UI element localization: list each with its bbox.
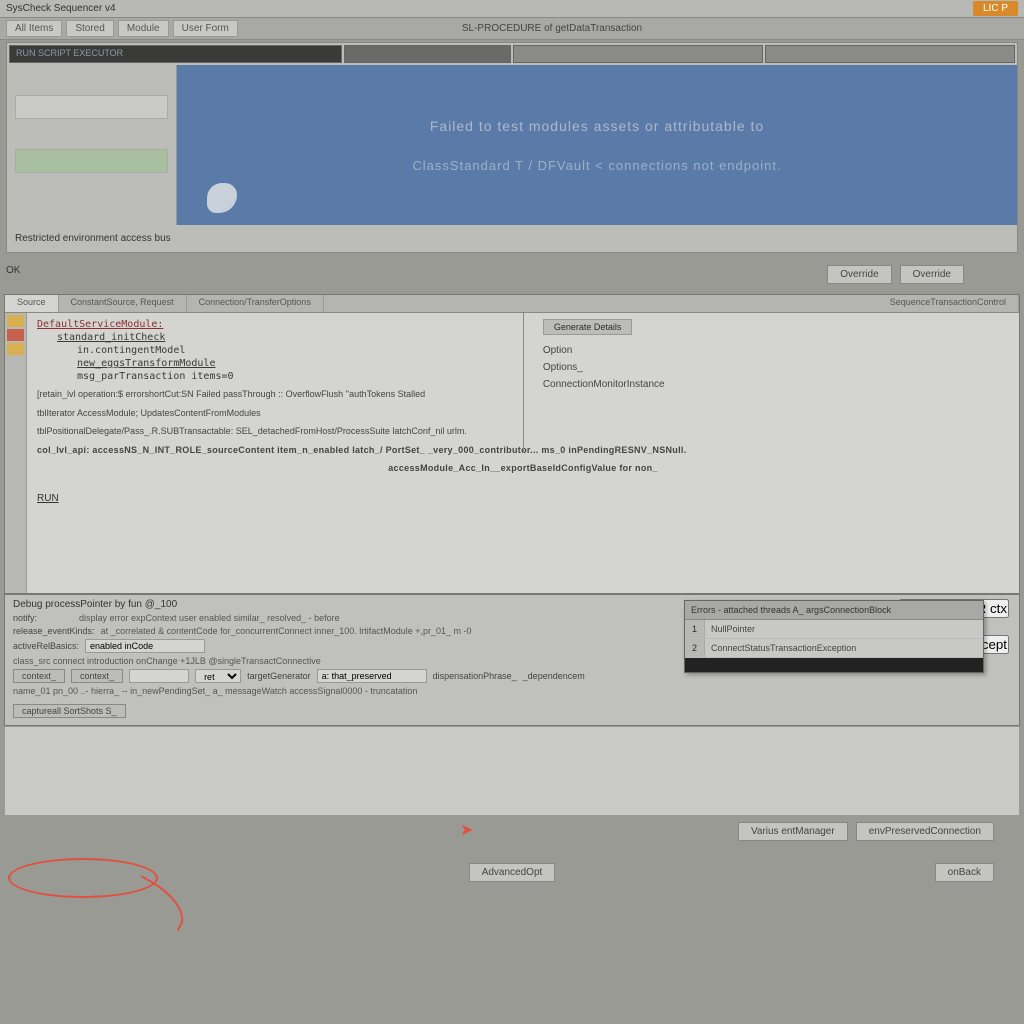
envpreserved-button[interactable]: envPreservedConnection [856,822,994,841]
errors-popup-title: Errors - attached threads A_ argsConnect… [685,601,983,620]
right-label-options: Options_ [543,362,979,373]
errors-popup-footer [685,658,983,672]
sidebar-item-2[interactable] [15,149,168,173]
advanced-opt-button[interactable]: AdvancedOpt [469,863,556,882]
varius-button[interactable]: Varius entManager [738,822,848,841]
field-input-1[interactable] [129,669,189,683]
form-val-name: name_01 pn_00 ..- hierra_ -- in_newPendi… [13,686,417,696]
field-select-1[interactable]: ret_ [195,669,241,683]
editor-splitter[interactable] [523,313,524,453]
sidebar-item-1[interactable] [15,95,168,119]
code-line-0: DefaultServiceModule: [37,319,572,330]
error-row-val: ConnectStatusTransactionException [705,639,983,657]
override-button-1[interactable]: Override [827,265,891,284]
field-trailing: _dependencem [523,671,585,681]
tab-user-form[interactable]: User Form [173,20,238,37]
form-label-notify: notify: [13,613,73,623]
error-row-num: 1 [685,620,705,638]
gutter-mark-warn2[interactable] [7,343,24,355]
banner-title-med[interactable] [344,45,511,63]
code-line-1: standard_initCheck [37,332,572,343]
error-row-1[interactable]: 1 NullPointer [685,620,983,639]
editor-tab-right[interactable]: SequenceTransactionControl [878,295,1019,312]
generate-details-button[interactable]: Generate Details [543,319,633,335]
editor-tab-source[interactable]: Source [5,295,59,312]
banner-footer-text: Restricted environment access bus [7,225,1017,252]
code-line-4: msg_parTransaction items=0 [37,371,572,382]
error-row-num: 2 [685,639,705,657]
field-label-target: targetGenerator [247,671,311,681]
banner-title-light[interactable] [513,45,763,63]
form-label-active: activeRelBasics: [13,641,79,651]
form-label-release: release_eventKinds: [13,626,95,636]
tab-module[interactable]: Module [118,20,169,37]
code-run-label: RUN [37,493,1009,504]
bottom-footer: AdvancedOpt onBack [0,847,1024,898]
banner-titlebar-group: RUN SCRIPT EXECUTOR [7,43,1017,65]
banner-title-label: RUN SCRIPT EXECUTOR [10,46,341,60]
field-btn-2[interactable]: context_ [71,669,123,683]
code-line-3: new_eggsTransformModule [37,358,572,369]
lower-footer: Varius entManager envPreservedConnection [0,816,1024,847]
captureall-button[interactable]: captureall SortShots S_ [13,704,126,718]
editor-tab-connection[interactable]: Connection/TransferOptions [187,295,324,312]
error-banner: Failed to test modules assets or attribu… [177,65,1017,225]
form-val-notify: display error expContext user enabled si… [79,613,340,623]
tab-stored[interactable]: Stored [66,20,113,37]
active-input[interactable] [85,639,205,653]
editor-body[interactable]: Generate Details Option Options_ Connect… [27,313,1019,593]
onback-button[interactable]: onBack [935,863,994,882]
banner-line-2: ClassStandard T / DFVault < connections … [412,158,781,173]
override-row: OK Override Override [0,255,1024,290]
cloud-icon [207,183,237,213]
field-btn-1[interactable]: context_ [13,669,65,683]
errors-popup: Errors - attached threads A_ argsConnect… [684,600,984,673]
field-label-disp: dispensationPhrase_ [433,671,517,681]
code-para-5: accessModule_Acc_In__exportBaseIdConfigV… [37,462,1009,475]
gutter-mark-warn[interactable] [7,315,24,327]
banner-sidebar [7,65,177,225]
banner-line-1: Failed to test modules assets or attribu… [430,118,764,134]
tab-all-items[interactable]: All Items [6,20,62,37]
right-label-option: Option [543,345,979,356]
banner-title-light2[interactable] [765,45,1015,63]
license-badge: LIC P [973,1,1018,16]
error-row-2[interactable]: 2 ConnectStatusTransactionException [685,639,983,658]
error-row-val: NullPointer [705,620,983,638]
editor-tab-constant[interactable]: ConstantSource, Request [59,295,187,312]
editor-tabrow: Source ConstantSource, Request Connectio… [5,295,1019,313]
procedure-heading: SL-PROCEDURE of getDataTransaction [462,23,642,34]
gutter-mark-error[interactable] [7,329,24,341]
form-val-class: class_src connect introduction onChange … [13,656,321,666]
editor-right-pane: Generate Details Option Options_ Connect… [543,319,979,396]
row-label: OK [6,265,20,284]
field-input-2[interactable] [317,669,427,683]
app-title: SysCheck Sequencer v4 [6,3,973,14]
window-titlebar: SysCheck Sequencer v4 LIC P [0,0,1024,18]
banner-title-dark[interactable]: RUN SCRIPT EXECUTOR [9,45,342,63]
editor-gutter [5,313,27,593]
banner-window: RUN SCRIPT EXECUTOR Failed to test modul… [6,42,1018,253]
right-label-conn: ConnectionMonitorInstance [543,379,979,390]
main-tabrow: All Items Stored Module User Form SL-PRO… [0,18,1024,40]
form-val-release: at _correlated & contentCode for_concurr… [101,626,472,636]
override-button-2[interactable]: Override [900,265,964,284]
blank-output-area [4,726,1020,816]
editor-window: Source ConstantSource, Request Connectio… [4,294,1020,594]
code-line-2: in.contingentModel [37,345,572,356]
